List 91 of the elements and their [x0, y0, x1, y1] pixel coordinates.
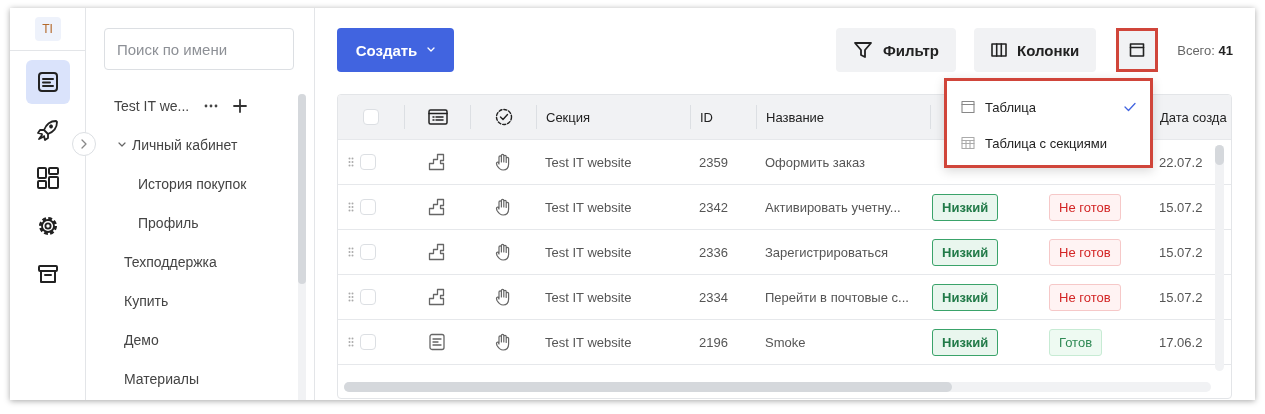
drag-handle-icon[interactable]: [348, 292, 354, 302]
expand-button[interactable]: [72, 132, 96, 156]
status-tag: Не готов: [1049, 193, 1121, 221]
steps-icon: [428, 198, 446, 216]
window-icon: [1129, 42, 1146, 58]
chevron-down-icon[interactable]: [118, 141, 126, 148]
steps-icon: [428, 153, 446, 171]
table-cell-text: 2342: [698, 199, 729, 215]
table-cell-text: Перейти в почтовые с...: [764, 289, 910, 305]
steps-icon: [428, 288, 446, 306]
checkbox[interactable]: [360, 289, 376, 305]
status-tag: Не готов: [1049, 283, 1121, 311]
status-tag: Не готов: [1049, 238, 1121, 266]
scrollbar[interactable]: [298, 94, 306, 400]
priority-tag: Низкий: [932, 328, 999, 356]
menu-item[interactable]: Таблица с секциями: [947, 125, 1150, 161]
drag-handle-icon[interactable]: [348, 202, 354, 212]
create-button[interactable]: Создать: [337, 28, 454, 72]
tree-item[interactable]: Профиль: [138, 214, 199, 231]
rocket-icon: [35, 118, 60, 142]
tree-item[interactable]: Демо: [124, 331, 159, 348]
tree-item[interactable]: История покупок: [138, 175, 247, 192]
hand-icon: [495, 333, 511, 351]
tree-item[interactable]: Личный кабинет: [132, 136, 238, 153]
checkbox[interactable]: [360, 154, 376, 170]
table-cell-text: Smoke: [764, 334, 807, 350]
filter-button[interactable]: Фильтр: [836, 28, 956, 72]
more-icon[interactable]: [203, 102, 220, 109]
plus-icon[interactable]: [233, 98, 248, 113]
caret-icon: [427, 47, 436, 53]
tree-item[interactable]: Материалы: [124, 370, 199, 387]
view-button[interactable]: [1116, 28, 1159, 72]
hand-icon: [495, 153, 511, 171]
table-cell-text: Test IT website: [544, 334, 633, 350]
column-header[interactable]: ID: [690, 105, 756, 129]
column-header[interactable]: Секция: [536, 105, 690, 129]
checkbox[interactable]: [360, 199, 376, 215]
table-cell-text: 17.06.2: [1158, 334, 1204, 350]
table-cell-text: Test IT website: [544, 289, 633, 305]
table-cell-text: Активировать учетну...: [764, 199, 902, 215]
hand-icon: [495, 198, 511, 216]
table-cell-text: 2359: [698, 154, 729, 170]
list-card-icon: [427, 109, 448, 125]
tree-item[interactable]: Купить: [124, 292, 169, 309]
tree-item[interactable]: Техподдержка: [124, 253, 217, 270]
settings-icon: [36, 215, 59, 237]
table-cell-text: 15.07.2: [1158, 289, 1204, 305]
filter-icon: [853, 40, 873, 60]
status-tag: Готов: [1049, 328, 1103, 356]
priority-tag: Низкий: [932, 238, 999, 266]
drag-handle-icon[interactable]: [348, 337, 354, 347]
archive-icon: [36, 263, 59, 285]
priority-tag: Низкий: [932, 193, 999, 221]
table-cell-text: Test IT website: [544, 244, 633, 260]
drag-handle-icon[interactable]: [348, 157, 354, 167]
drag-handle-icon[interactable]: [348, 247, 354, 257]
status-check-icon: [494, 108, 513, 126]
chevron-right-icon: [80, 139, 88, 149]
table-cell-text: 2336: [698, 244, 729, 260]
table-cell-text: 15.07.2: [1158, 244, 1204, 260]
table-cell-text: 22.07.2: [1158, 154, 1204, 170]
scrollbar[interactable]: [1215, 145, 1224, 371]
total-count: Всего: 41: [1177, 42, 1233, 58]
document-icon: [428, 333, 446, 351]
nav-button[interactable]: [25, 60, 70, 104]
table-cell-text: Test IT website: [544, 199, 633, 215]
hand-icon: [495, 288, 511, 306]
avatar[interactable]: TI: [34, 17, 61, 41]
table-icon: [961, 136, 975, 150]
checkbox[interactable]: [360, 334, 376, 350]
table-cell-text: Оформить заказ: [764, 154, 866, 170]
priority-tag: Низкий: [932, 283, 999, 311]
document-icon: [36, 71, 59, 93]
columns-button[interactable]: Колонки: [974, 28, 1097, 72]
table-cell-text: Зарегистрироваться: [764, 244, 889, 260]
hand-icon: [495, 243, 511, 261]
tree-item[interactable]: Test IT we...: [114, 97, 190, 114]
scrollbar[interactable]: [344, 382, 1211, 392]
table-cell-text: Test IT website: [544, 154, 633, 170]
checkbox[interactable]: [360, 244, 376, 260]
steps-icon: [428, 243, 446, 261]
table-cell-text: 2334: [698, 289, 729, 305]
column-header[interactable]: Название: [756, 105, 930, 129]
checkbox[interactable]: [363, 109, 379, 125]
dashboard-icon: [35, 166, 60, 190]
search-field[interactable]: Поиск по имени: [104, 28, 294, 70]
table-cell-text: 2196: [698, 334, 729, 350]
menu-item[interactable]: Таблица: [947, 89, 1150, 125]
table-cell-text: 15.07.2: [1158, 199, 1204, 215]
columns-icon: [991, 42, 1007, 58]
window-icon: [961, 100, 975, 114]
